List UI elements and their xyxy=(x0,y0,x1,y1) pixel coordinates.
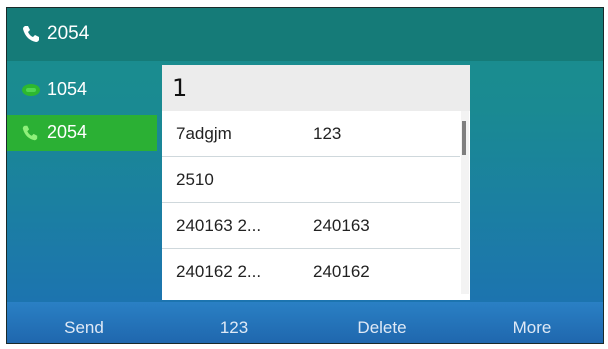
result-row[interactable]: 7adgjm 123 xyxy=(162,111,460,157)
contact-number: 123 xyxy=(313,124,342,143)
contact-name: 2510 xyxy=(176,170,214,189)
softkey-bar: Send 123 Delete More xyxy=(7,302,603,343)
contact-number: 240163 xyxy=(313,216,370,235)
hold-icon xyxy=(22,84,40,96)
contact-name: 240163 2... xyxy=(176,216,262,235)
contact-number: 240162 xyxy=(313,262,370,281)
contact-name: 240162 2... xyxy=(176,262,262,281)
title-bar: 2054 xyxy=(7,8,603,61)
scrollbar-thumb[interactable] xyxy=(462,121,466,155)
delete-softkey[interactable]: Delete xyxy=(312,302,452,343)
search-results-panel: 1 7adgjm 123 2510 240163 2... 240163 240… xyxy=(162,65,470,300)
line-key-2054[interactable]: 2054 xyxy=(7,115,157,151)
phone-icon xyxy=(23,26,39,42)
line-label: 1054 xyxy=(47,79,88,99)
line-key-1054[interactable]: 1054 xyxy=(7,72,157,108)
result-row[interactable]: 240163 2... 240163 xyxy=(162,203,460,249)
line-label: 2054 xyxy=(47,122,88,142)
search-input[interactable]: 1 xyxy=(162,65,470,111)
send-softkey[interactable]: Send xyxy=(14,302,154,343)
more-softkey[interactable]: More xyxy=(462,302,602,343)
phone-screen: 2054 1054 2054 1 7adgjm 123 2510 240163 … xyxy=(6,7,604,344)
phone-icon xyxy=(22,125,38,141)
search-input-value: 1 xyxy=(172,74,188,102)
scrollbar[interactable] xyxy=(461,111,469,294)
mode-123-softkey[interactable]: 123 xyxy=(164,302,304,343)
active-call-number: 2054 xyxy=(47,23,90,44)
result-row[interactable]: 2510 xyxy=(162,157,460,203)
contact-name: 7adgjm xyxy=(176,124,232,143)
result-row[interactable]: 240162 2... 240162 xyxy=(162,249,460,295)
